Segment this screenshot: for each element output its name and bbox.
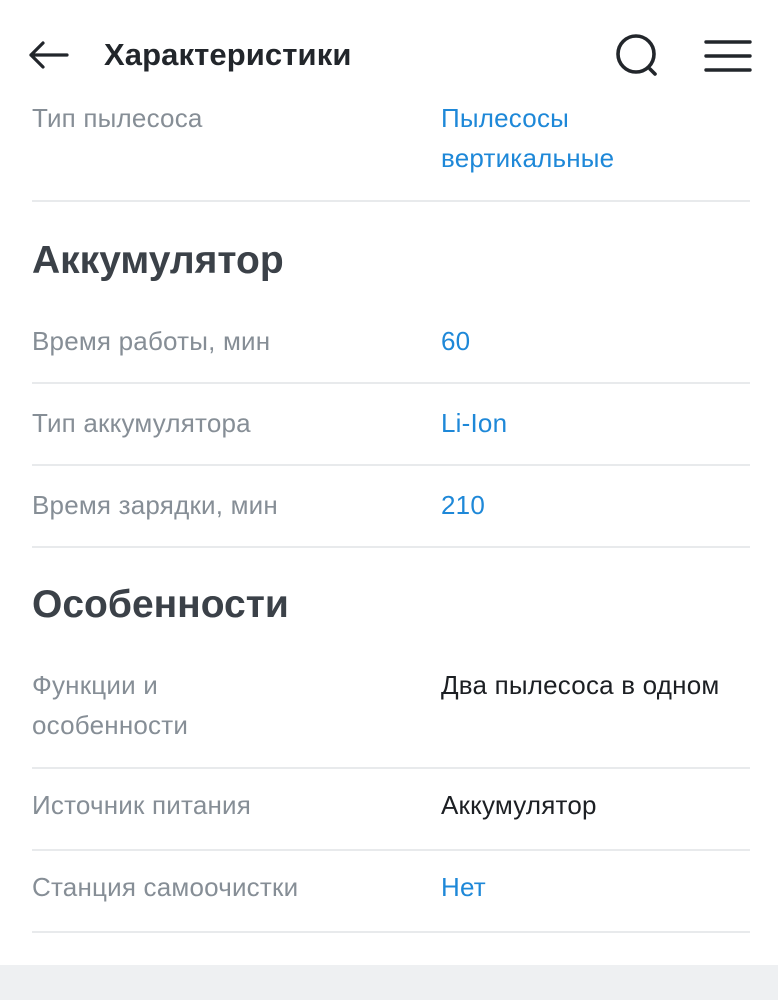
spec-value-link[interactable]: 60 xyxy=(441,321,470,361)
spec-value: Два пылесоса в одном xyxy=(441,670,720,700)
spec-row-runtime: Время работы, мин 60 xyxy=(32,302,750,384)
hamburger-menu-icon xyxy=(704,40,752,72)
spec-label: Время работы, мин xyxy=(32,326,271,356)
spec-label: Тип аккумулятора xyxy=(32,408,251,438)
spec-value-link[interactable]: Пылесосы xyxy=(441,98,569,138)
top-app-bar: Характеристики xyxy=(0,0,778,104)
section-title-battery: Аккумулятор xyxy=(32,239,284,282)
spec-row-power-source: Источник питания Аккумулятор xyxy=(32,769,750,851)
spec-label: Функции и xyxy=(32,670,158,700)
characteristics-list[interactable]: Тип пылесоса Пылесосы вертикальные Аккум… xyxy=(0,0,778,965)
spec-row-self-cleaning: Станция самоочистки Нет xyxy=(32,851,750,933)
spec-row-functions: Функции и особенности Два пылесоса в одн… xyxy=(32,646,750,769)
spec-label: Источник питания xyxy=(32,790,252,820)
spec-value-link-line2[interactable]: вертикальные xyxy=(441,138,614,178)
spec-label: Станция самоочистки xyxy=(32,872,299,902)
spec-label: Тип пылесоса xyxy=(32,103,203,133)
spec-row-charge-time: Время зарядки, мин 210 xyxy=(32,466,750,548)
search-icon xyxy=(616,34,657,76)
menu-button[interactable] xyxy=(698,30,758,82)
spec-row-vacuum-type: Тип пылесоса Пылесосы вертикальные xyxy=(32,98,750,202)
spec-value-link[interactable]: Li-Ion xyxy=(441,403,507,443)
arrow-left-icon xyxy=(29,41,69,69)
spec-label-line2: особенности xyxy=(32,710,189,740)
search-button[interactable] xyxy=(610,28,666,84)
page-title: Характеристики xyxy=(104,37,352,72)
bottom-panel xyxy=(0,965,778,1000)
spec-value-link[interactable]: Нет xyxy=(441,867,486,907)
section-title-features: Особенности xyxy=(32,583,289,626)
back-button[interactable] xyxy=(22,34,74,76)
characteristics-page: Тип пылесоса Пылесосы вертикальные Аккум… xyxy=(0,0,778,1000)
spec-value: Аккумулятор xyxy=(441,790,597,820)
spec-value-link[interactable]: 210 xyxy=(441,485,485,525)
spec-label: Время зарядки, мин xyxy=(32,490,278,520)
spec-row-battery-type: Тип аккумулятора Li-Ion xyxy=(32,384,750,466)
